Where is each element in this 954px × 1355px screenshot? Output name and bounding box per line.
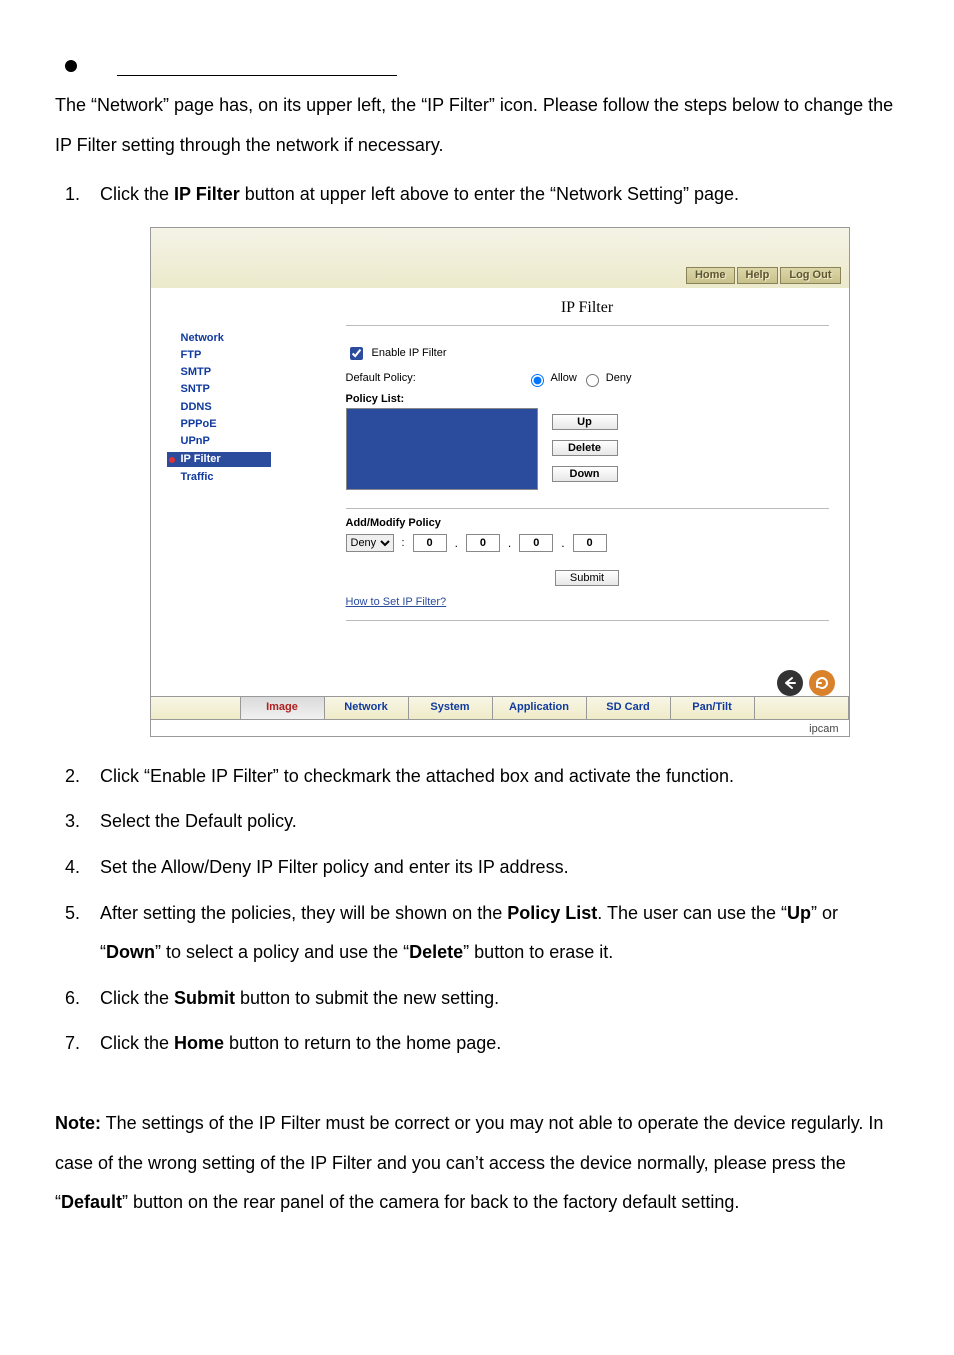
steps-list: Click the IP Filter button at upper left… (55, 175, 899, 1064)
tab-pantilt[interactable]: Pan/Tilt (671, 697, 755, 719)
back-icon[interactable] (777, 670, 803, 696)
howto-link[interactable]: How to Set IP Filter? (346, 596, 447, 608)
policy-list-label: Policy List: (346, 393, 829, 406)
sidebar-item-network[interactable]: Network (181, 332, 346, 345)
default-policy-deny-radio[interactable] (586, 374, 599, 387)
enable-ip-filter-checkbox[interactable] (350, 347, 363, 360)
step-5: After setting the policies, they will be… (85, 894, 899, 973)
screenshot-ip-filter: Home Help Log Out Network FTP SMTP SNTP … (150, 227, 850, 737)
default-policy-allow-radio[interactable] (531, 374, 544, 387)
dot-icon: . (455, 536, 458, 550)
tab-sdcard[interactable]: SD Card (587, 697, 671, 719)
step-3: Select the Default policy. (85, 802, 899, 842)
main-panel: IP Filter Enable IP Filter Default Polic… (346, 288, 849, 683)
note-paragraph: Note: The settings of the IP Filter must… (55, 1104, 899, 1223)
sidebar-item-sntp[interactable]: SNTP (181, 383, 346, 396)
divider (346, 620, 829, 621)
step-2: Click “Enable IP Filter” to checkmark th… (85, 757, 899, 797)
top-band: Home Help Log Out (151, 228, 849, 288)
ip-octet-2[interactable] (466, 534, 500, 552)
step-1-post: button at upper left above to enter the … (240, 184, 739, 204)
sidebar: Network FTP SMTP SNTP DDNS PPPoE UPnP IP… (151, 288, 346, 683)
sidebar-item-ftp[interactable]: FTP (181, 349, 346, 362)
ip-octet-3[interactable] (519, 534, 553, 552)
sidebar-item-traffic[interactable]: Traffic (181, 471, 346, 484)
heading-underline (117, 55, 397, 76)
sidebar-item-smtp[interactable]: SMTP (181, 366, 346, 379)
bottom-tab-bar: Image Network System Application SD Card… (151, 696, 849, 720)
tab-image[interactable]: Image (241, 697, 325, 719)
step-7: Click the Home button to return to the h… (85, 1024, 899, 1064)
refresh-icon[interactable] (809, 670, 835, 696)
tab-spacer (151, 697, 241, 719)
divider (346, 508, 829, 509)
ip-octet-4[interactable] (573, 534, 607, 552)
enable-ip-filter-label: Enable IP Filter (372, 347, 447, 360)
tab-system[interactable]: System (409, 697, 493, 719)
sidebar-item-ipfilter[interactable]: IP Filter (167, 452, 271, 467)
logout-button[interactable]: Log Out (780, 267, 840, 284)
tab-spacer (755, 697, 849, 719)
step-1-pre: Click the (100, 184, 174, 204)
section-header (55, 55, 899, 76)
sidebar-item-upnp[interactable]: UPnP (181, 435, 346, 448)
default-policy-label: Default Policy: (346, 372, 526, 385)
down-button[interactable]: Down (552, 466, 618, 482)
colon: : (402, 537, 405, 550)
intro-paragraph: The “Network” page has, on its upper lef… (55, 86, 899, 165)
up-button[interactable]: Up (552, 414, 618, 430)
sidebar-item-ddns[interactable]: DDNS (181, 401, 346, 414)
divider (346, 325, 829, 326)
step-1-bold: IP Filter (174, 184, 240, 204)
home-button[interactable]: Home (686, 267, 735, 284)
allow-label: Allow (551, 372, 577, 385)
step-6: Click the Submit button to submit the ne… (85, 979, 899, 1019)
brand-label: ipcam (809, 723, 838, 736)
page-title: IP Filter (346, 298, 829, 317)
submit-button[interactable]: Submit (555, 570, 619, 586)
help-button[interactable]: Help (737, 267, 779, 284)
add-modify-policy-label: Add/Modify Policy (346, 517, 829, 530)
deny-label: Deny (606, 372, 632, 385)
delete-button[interactable]: Delete (552, 440, 618, 456)
tab-application[interactable]: Application (493, 697, 587, 719)
tab-network[interactable]: Network (325, 697, 409, 719)
top-links: Home Help Log Out (686, 267, 841, 284)
step-1: Click the IP Filter button at upper left… (85, 175, 899, 737)
dot-icon: . (508, 536, 511, 550)
dot-icon: . (561, 536, 564, 550)
bullet-icon (65, 60, 77, 72)
policy-list-box[interactable] (346, 408, 538, 490)
step-4: Set the Allow/Deny IP Filter policy and … (85, 848, 899, 888)
ip-octet-1[interactable] (413, 534, 447, 552)
policy-action-select[interactable]: Deny (346, 534, 394, 552)
sidebar-item-pppoe[interactable]: PPPoE (181, 418, 346, 431)
